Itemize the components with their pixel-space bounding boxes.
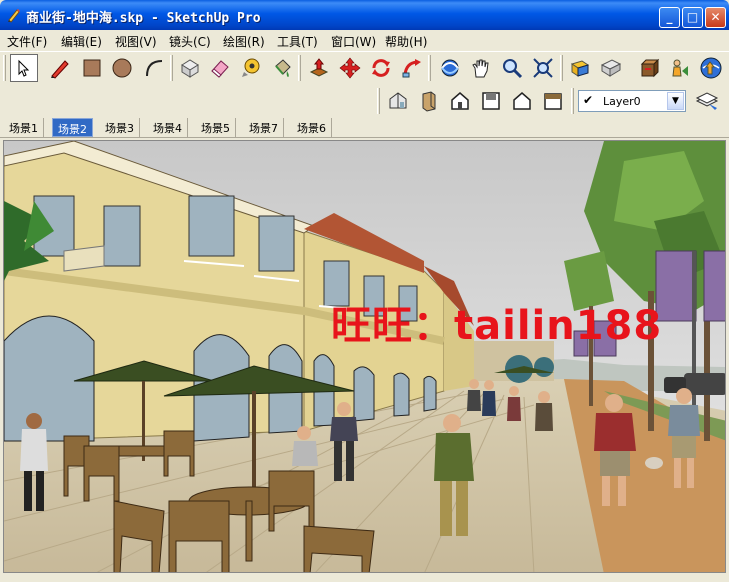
front-view-icon[interactable] <box>446 87 474 115</box>
scene-tab[interactable]: 场景7 <box>244 118 284 137</box>
circle-icon[interactable] <box>108 54 136 82</box>
toolbar-grip[interactable] <box>571 88 574 114</box>
share-model-icon[interactable] <box>665 54 693 82</box>
toolbar-grip[interactable] <box>377 88 380 114</box>
chevron-down-icon[interactable]: ▼ <box>667 92 684 110</box>
menu-camera[interactable]: 镜头(C) <box>169 33 211 50</box>
arc-icon[interactable] <box>140 54 168 82</box>
rectangle-icon[interactable] <box>78 54 106 82</box>
layer-dropdown[interactable]: ✔ Layer0 ▼ <box>578 90 686 112</box>
toggle-terrain-icon[interactable] <box>597 54 625 82</box>
menu-help[interactable]: 帮助(H) <box>385 33 427 50</box>
close-button[interactable]: ✕ <box>705 7 726 28</box>
get-models-icon[interactable] <box>635 54 663 82</box>
maximize-button[interactable]: □ <box>682 7 703 28</box>
push-pull-icon[interactable] <box>305 54 333 82</box>
scene-tab[interactable]: 场景4 <box>148 118 188 137</box>
right-view-icon[interactable] <box>477 87 505 115</box>
window-title: 商业街-地中海.skp - SketchUp Pro <box>26 11 261 26</box>
scene-tabs: 场景1 场景2 场景3 场景4 场景5 场景7 场景6 <box>0 116 729 138</box>
menu-window[interactable]: 窗口(W) <box>331 33 376 50</box>
scene-tab[interactable]: 场景6 <box>292 118 332 137</box>
warehouse-icon[interactable] <box>697 54 725 82</box>
zoom-icon[interactable] <box>498 54 526 82</box>
left-view-icon[interactable] <box>539 87 567 115</box>
add-location-icon[interactable] <box>566 54 594 82</box>
rotate-icon[interactable] <box>367 54 395 82</box>
make-component-icon[interactable] <box>176 54 204 82</box>
title-bar: 商业街-地中海.skp - SketchUp Pro _ □ ✕ <box>0 0 729 30</box>
paint-bucket-icon[interactable] <box>268 54 296 82</box>
model-viewport[interactable]: 旺旺：tailin188 <box>3 140 726 573</box>
scene-tab-active[interactable]: 场景2 <box>52 118 93 137</box>
move-icon[interactable] <box>336 54 364 82</box>
tape-measure-icon[interactable] <box>237 54 265 82</box>
scene-tab[interactable]: 场景5 <box>196 118 236 137</box>
scene-tab[interactable]: 场景3 <box>100 118 140 137</box>
menu-file[interactable]: 文件(F) <box>7 33 47 50</box>
toolbar-grip[interactable] <box>3 55 6 81</box>
toolbar-separator <box>298 55 301 81</box>
toolbar-separator <box>428 55 431 81</box>
zoom-extents-icon[interactable] <box>529 54 557 82</box>
layer-selected-value: Layer0 <box>603 95 641 108</box>
top-view-icon[interactable] <box>415 87 443 115</box>
menu-view[interactable]: 视图(V) <box>115 33 157 50</box>
layer-manager-icon[interactable] <box>693 87 721 115</box>
menu-edit[interactable]: 编辑(E) <box>61 33 102 50</box>
sketchup-pencil-icon <box>8 9 20 23</box>
orbit-icon[interactable] <box>436 54 464 82</box>
minimize-button[interactable]: _ <box>659 7 680 28</box>
watermark-text: 旺旺：tailin188 <box>331 303 663 349</box>
select-icon[interactable] <box>10 54 38 82</box>
toolbar-separator <box>170 55 173 81</box>
street-scene <box>4 141 725 572</box>
main-toolbar <box>0 51 729 85</box>
menu-tools[interactable]: 工具(T) <box>277 33 318 50</box>
pan-icon[interactable] <box>467 54 495 82</box>
layer-visible-check: ✔ <box>583 93 594 107</box>
scene-tab[interactable]: 场景1 <box>4 118 44 137</box>
follow-me-icon[interactable] <box>398 54 426 82</box>
status-bar <box>0 573 729 582</box>
eraser-icon[interactable] <box>206 54 234 82</box>
menu-bar: 文件(F) 编辑(E) 视图(V) 镜头(C) 绘图(R) 工具(T) 窗口(W… <box>0 30 729 50</box>
pencil-line-icon[interactable] <box>46 54 74 82</box>
iso-view-icon[interactable] <box>384 87 412 115</box>
toolbar-separator <box>560 55 563 81</box>
back-view-icon[interactable] <box>508 87 536 115</box>
menu-draw[interactable]: 绘图(R) <box>223 33 265 50</box>
